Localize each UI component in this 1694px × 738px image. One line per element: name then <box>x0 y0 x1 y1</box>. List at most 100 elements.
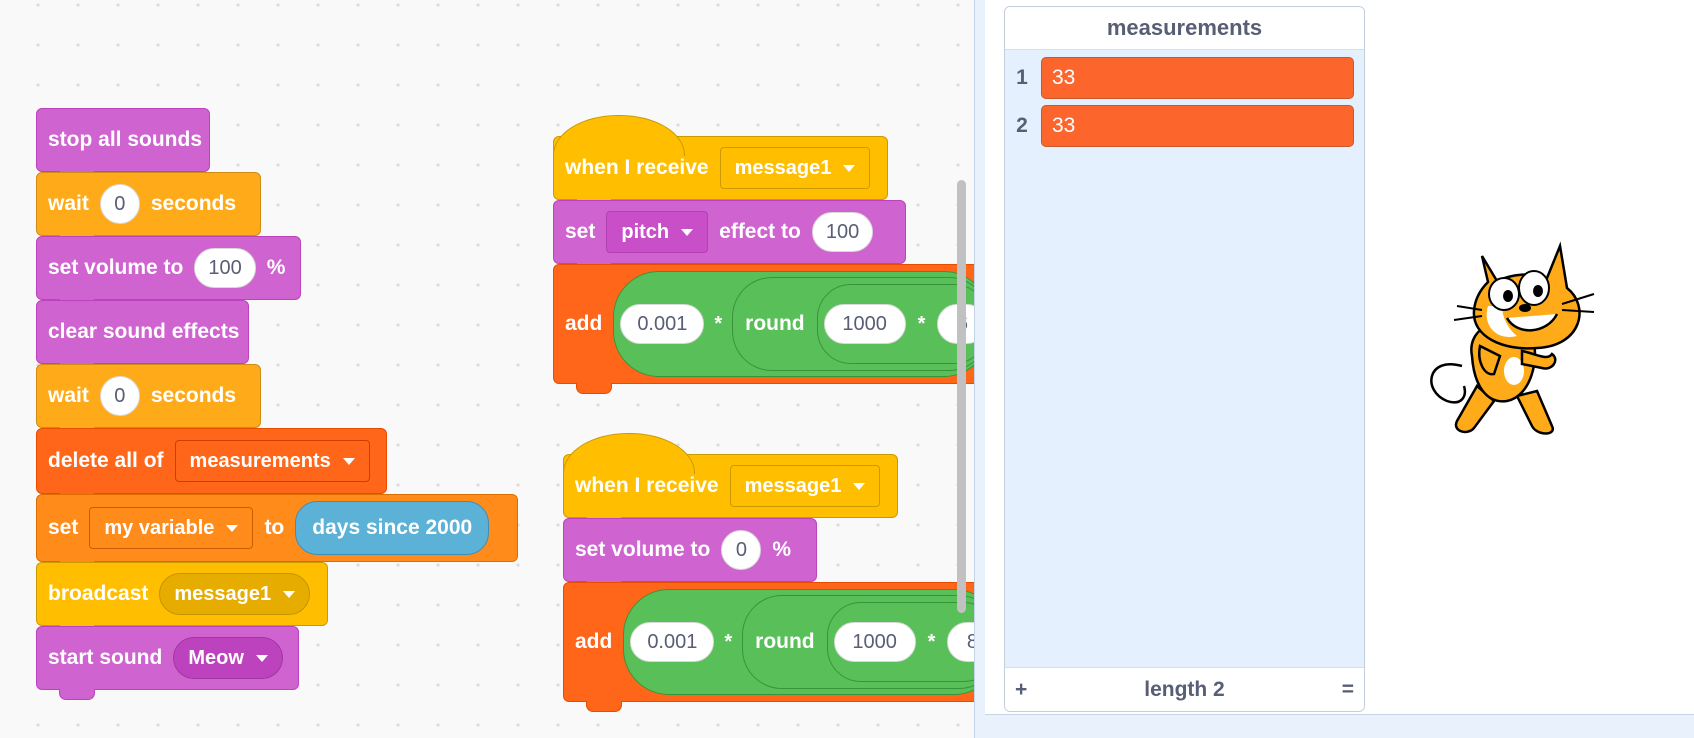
multiply-sign: * <box>714 312 723 335</box>
message-dropdown[interactable]: message1 <box>729 465 881 507</box>
list-item[interactable]: 1 33 <box>1005 54 1364 102</box>
wait-seconds-input[interactable]: 0 <box>99 184 140 224</box>
when-i-receive-hat-block[interactable]: when I receive message1 <box>562 433 898 528</box>
number-input[interactable]: 0.001 <box>630 622 715 662</box>
block-label: set volume to <box>48 256 184 279</box>
wait-block[interactable]: wait 0 seconds <box>36 364 261 438</box>
message-dropdown[interactable]: message1 <box>719 147 871 189</box>
days-since-2000-reporter[interactable]: days since 2000 <box>295 501 490 555</box>
block-label: round <box>745 312 805 335</box>
resize-handle[interactable]: = <box>1342 678 1354 702</box>
set-variable-block[interactable]: set my variable to days since 2000 <box>36 494 518 572</box>
round-operator[interactable]: round 1000 * 8 <box>742 595 974 689</box>
list-item[interactable]: 2 33 <box>1005 102 1364 150</box>
round-operator[interactable]: round 1000 * 6 <box>732 277 974 371</box>
block-label: broadcast <box>48 582 149 605</box>
delete-all-of-list-block[interactable]: delete all of measurements <box>36 428 387 504</box>
hat-cap <box>562 433 695 474</box>
multiply-sign: * <box>917 312 926 335</box>
set-volume-block[interactable]: set volume to 0 % <box>563 518 817 592</box>
volume-input[interactable]: 0 <box>721 530 762 570</box>
dropdown-value: message1 <box>744 474 842 497</box>
block-label: seconds <box>150 192 237 215</box>
effect-dropdown[interactable]: pitch <box>606 211 709 253</box>
scratch-cat-icon[interactable] <box>1422 236 1622 451</box>
stage-border <box>974 0 985 738</box>
block-label: add <box>565 312 603 335</box>
block-label: seconds <box>150 384 237 407</box>
stop-all-sounds-block[interactable]: stop all sounds <box>36 108 210 182</box>
list-monitor[interactable]: measurements 1 33 2 33 + length 2 = <box>1004 6 1365 712</box>
dropdown-value: my variable <box>104 516 215 539</box>
chevron-down-icon <box>226 524 239 532</box>
chevron-down-icon <box>255 654 268 662</box>
stage-bottom-border <box>985 714 1694 738</box>
effect-value-input[interactable]: 100 <box>811 212 874 252</box>
block-label: when I receive <box>575 474 719 497</box>
list-length-label: length 2 <box>1144 677 1225 701</box>
wait-block[interactable]: wait 0 seconds <box>36 172 261 246</box>
workspace-vertical-scrollbar[interactable] <box>957 180 966 613</box>
block-label: % <box>266 256 286 279</box>
block-tab <box>586 701 622 712</box>
chevron-down-icon <box>843 164 856 172</box>
multiply-operator[interactable]: 1000 * 6 <box>816 284 974 364</box>
number-input[interactable]: 1000 <box>833 622 916 662</box>
start-sound-block[interactable]: start sound Meow <box>36 626 299 700</box>
variable-dropdown[interactable]: my variable <box>89 507 254 549</box>
block-tab <box>576 383 612 394</box>
block-label: % <box>772 538 792 561</box>
block-label: set volume to <box>575 538 711 561</box>
sound-dropdown[interactable]: Meow <box>173 637 283 679</box>
add-to-list-block[interactable]: add 0.001 * round 1000 * 6 <box>553 264 974 394</box>
block-label: when I receive <box>565 156 709 179</box>
number-input[interactable]: 0.001 <box>620 304 705 344</box>
set-effect-block[interactable]: set pitch effect to 100 <box>553 200 906 274</box>
add-item-button[interactable]: + <box>1015 678 1027 702</box>
wait-seconds-input[interactable]: 0 <box>99 376 140 416</box>
list-monitor-title: measurements <box>1005 7 1364 50</box>
number-input[interactable]: 1000 <box>823 304 906 344</box>
multiply-sign: * <box>927 630 936 653</box>
block-label: round <box>755 630 815 653</box>
list-item-value[interactable]: 33 <box>1041 105 1354 147</box>
dropdown-value: message1 <box>174 582 272 605</box>
volume-input[interactable]: 100 <box>194 248 256 288</box>
block-label: stop all sounds <box>48 128 203 151</box>
multiply-sign: * <box>724 630 733 653</box>
block-label: start sound <box>48 646 163 669</box>
dropdown-value: pitch <box>621 220 670 243</box>
when-i-receive-hat-block[interactable]: when I receive message1 <box>552 115 888 210</box>
block-label: set <box>48 516 79 539</box>
chevron-down-icon <box>342 457 355 465</box>
list-item-index: 1 <box>1016 66 1028 89</box>
multiply-operator[interactable]: 1000 * 8 <box>826 602 974 682</box>
add-to-list-block[interactable]: add 0.001 * round 1000 * 8 <box>563 582 974 712</box>
block-label: delete all of <box>48 449 164 472</box>
list-item-index: 2 <box>1016 114 1028 137</box>
list-item-value[interactable]: 33 <box>1041 57 1354 99</box>
clear-sound-effects-block[interactable]: clear sound effects <box>36 300 249 374</box>
message-dropdown[interactable]: message1 <box>159 573 311 615</box>
chevron-down-icon <box>283 590 296 598</box>
hat-cap <box>552 115 685 156</box>
number-input[interactable]: 8 <box>947 622 974 662</box>
block-label: set <box>565 220 596 243</box>
dropdown-value: Meow <box>188 646 244 669</box>
list-dropdown[interactable]: measurements <box>174 440 370 482</box>
code-workspace[interactable]: stop all sounds wait 0 seconds set volum… <box>0 0 974 738</box>
number-input[interactable]: 6 <box>937 304 974 344</box>
block-tab <box>59 689 95 700</box>
block-label: add <box>575 630 613 653</box>
multiply-operator[interactable]: 0.001 * round 1000 * 8 <box>623 589 974 695</box>
block-label: clear sound effects <box>48 320 240 343</box>
block-label: effect to <box>719 220 801 243</box>
multiply-operator[interactable]: 0.001 * round 1000 * 6 <box>613 271 974 377</box>
dropdown-value: measurements <box>189 449 331 472</box>
chevron-down-icon <box>853 482 866 490</box>
dropdown-value: message1 <box>734 156 832 179</box>
set-volume-block[interactable]: set volume to 100 % <box>36 236 301 310</box>
chevron-down-icon <box>681 228 694 236</box>
broadcast-block[interactable]: broadcast message1 <box>36 562 328 636</box>
block-label: to <box>264 516 285 539</box>
